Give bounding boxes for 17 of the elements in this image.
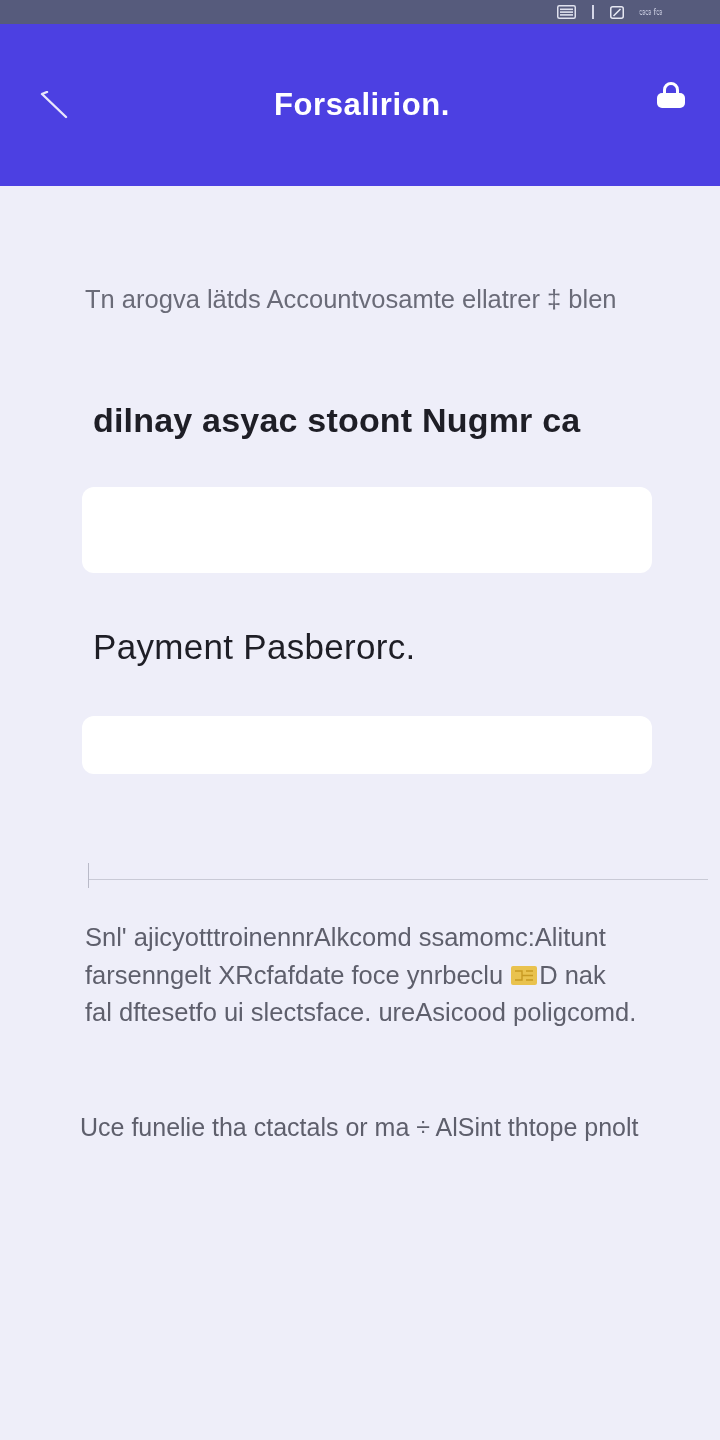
note-text: fal dftesetfo ui slectsface. ureAsicood poligcomd. <box>85 997 637 1028</box>
note-text: Snl' ajicyotttroinennrAlkcomd ssamomc:Alitunt <box>85 922 606 953</box>
field-label: dilnay asyac stoont Nugmr ca <box>93 400 582 440</box>
note-text: farsenngelt XRcfafdate foce ynrbeclu <box>85 959 504 991</box>
screen-title: Forsalirion. <box>274 85 450 124</box>
lock-button[interactable] <box>656 81 686 109</box>
status-text: ශශ fශ <box>639 7 662 17</box>
keyboard-icon <box>557 5 576 19</box>
slashed-square-icon <box>610 5 624 19</box>
footer-text: Uce funelie tha ctactals or ma ÷ AlSint thtope pnolt <box>80 1111 640 1143</box>
chip-icon <box>511 965 538 985</box>
intro-text: Tn arogva lätds Accountvosamte ellatrer ‡ blen <box>85 284 618 314</box>
note-text: D nak <box>539 959 606 991</box>
lock-icon <box>656 81 686 109</box>
field-label: Payment Pasberorc. <box>93 626 417 668</box>
back-button[interactable] <box>40 91 68 119</box>
back-icon <box>40 91 68 119</box>
